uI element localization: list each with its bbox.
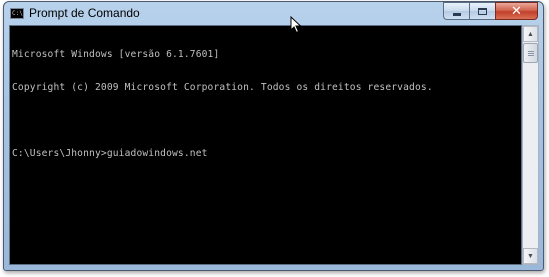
close-button[interactable]: ✕	[495, 2, 538, 20]
close-icon: ✕	[511, 3, 522, 19]
grip-line	[528, 53, 534, 54]
grip-line	[528, 55, 534, 56]
vertical-scrollbar[interactable]: ▲ ▼	[522, 25, 539, 265]
scroll-down-button[interactable]: ▼	[523, 248, 538, 264]
scrollbar-thumb[interactable]	[523, 43, 538, 63]
mouse-cursor-icon	[290, 16, 302, 34]
arrow-down-icon: ▼	[527, 252, 534, 260]
window-controls: ✕	[443, 2, 538, 20]
cmd-app-icon[interactable]: C:\	[10, 8, 24, 19]
console-text: Microsoft Windows [versão 6.1.7601] Copy…	[12, 27, 433, 181]
command-prompt-window: C:\ Prompt de Comando ✕ Microsoft Window…	[3, 1, 544, 271]
arrow-up-icon: ▲	[527, 30, 534, 38]
minimize-icon	[452, 12, 461, 16]
console-output-area[interactable]: Microsoft Windows [versão 6.1.7601] Copy…	[9, 25, 522, 265]
grip-line	[528, 51, 534, 52]
scroll-up-button[interactable]: ▲	[523, 26, 538, 42]
title-bar[interactable]: C:\ Prompt de Comando ✕	[4, 2, 543, 26]
console-line: Copyright (c) 2009 Microsoft Corporation…	[12, 82, 433, 93]
console-line: Microsoft Windows [versão 6.1.7601]	[12, 49, 220, 60]
window-title: Prompt de Comando	[29, 6, 140, 20]
maximize-icon	[478, 7, 487, 15]
maximize-button[interactable]	[469, 2, 495, 20]
minimize-button[interactable]	[443, 2, 469, 20]
console-prompt-line[interactable]: C:\Users\Jhonny>guiadowindows.net	[12, 148, 433, 159]
